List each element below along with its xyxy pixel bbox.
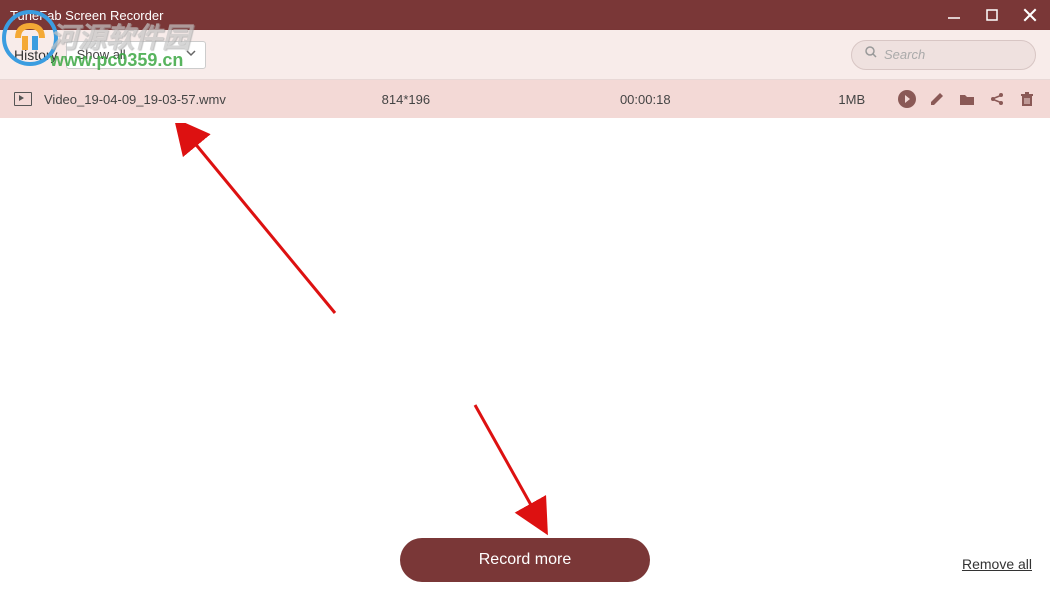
chevron-down-icon (185, 47, 197, 62)
titlebar: TuneFab Screen Recorder (0, 0, 1050, 30)
dimensions-cell: 814*196 (382, 92, 620, 107)
filter-dropdown[interactable]: Show all (66, 41, 206, 69)
annotation-arrow-1 (175, 123, 355, 323)
folder-button[interactable] (958, 90, 976, 108)
play-icon (898, 90, 916, 108)
history-label: History (14, 47, 58, 63)
filesize-cell: 1MB (838, 92, 898, 107)
share-button[interactable] (988, 90, 1006, 108)
filename-cell: Video_19-04-09_19-03-57.wmv (44, 92, 382, 107)
toolbar: History Show all (0, 30, 1050, 80)
minimize-button[interactable] (944, 5, 964, 25)
app-title: TuneFab Screen Recorder (10, 8, 944, 23)
delete-button[interactable] (1018, 90, 1036, 108)
close-button[interactable] (1020, 5, 1040, 25)
row-actions (898, 90, 1036, 108)
table-row[interactable]: Video_19-04-09_19-03-57.wmv 814*196 00:0… (0, 80, 1050, 118)
maximize-button[interactable] (982, 5, 1002, 25)
play-button[interactable] (898, 90, 916, 108)
dropdown-selected: Show all (77, 47, 126, 62)
window-controls (944, 5, 1040, 25)
recording-list: Video_19-04-09_19-03-57.wmv 814*196 00:0… (0, 80, 1050, 118)
remove-all-link[interactable]: Remove all (962, 556, 1032, 572)
edit-button[interactable] (928, 90, 946, 108)
search-icon (864, 45, 878, 64)
annotation-arrow-2 (465, 395, 585, 545)
duration-cell: 00:00:18 (620, 92, 838, 107)
video-file-icon (14, 92, 32, 106)
record-more-button[interactable]: Record more (400, 538, 650, 582)
search-box[interactable] (851, 40, 1036, 70)
search-input[interactable] (884, 47, 1023, 62)
